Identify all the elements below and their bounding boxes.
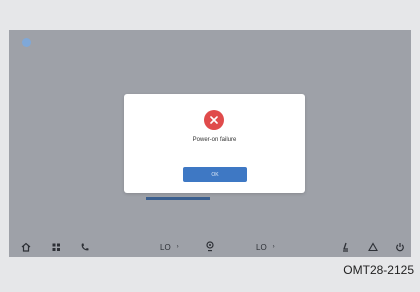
left-temperature[interactable]: LO › <box>160 241 179 253</box>
error-icon <box>204 110 224 130</box>
figure-caption: OMT28-2125 <box>343 263 414 277</box>
head-unit-screen: Power-on failure OK LO › LO › <box>9 30 411 257</box>
home-icon[interactable] <box>21 241 31 253</box>
error-dialog: Power-on failure OK <box>124 94 305 193</box>
phone-icon[interactable] <box>80 241 90 253</box>
power-icon[interactable] <box>395 241 405 253</box>
status-indicator-icon <box>22 38 31 47</box>
right-temp-value: LO <box>256 242 267 252</box>
chevron-right-icon: › <box>176 244 179 250</box>
seat-icon[interactable] <box>340 241 350 253</box>
apps-icon[interactable] <box>52 241 61 253</box>
ok-button[interactable]: OK <box>183 167 247 182</box>
chevron-right-icon: › <box>272 244 275 250</box>
right-temperature[interactable]: LO › <box>256 241 275 253</box>
background-button <box>146 197 210 200</box>
warning-icon[interactable] <box>368 241 378 253</box>
error-message: Power-on failure <box>192 137 237 143</box>
fan-icon[interactable] <box>205 241 215 253</box>
left-temp-value: LO <box>160 242 171 252</box>
bottom-dock: LO › LO › <box>9 238 411 257</box>
